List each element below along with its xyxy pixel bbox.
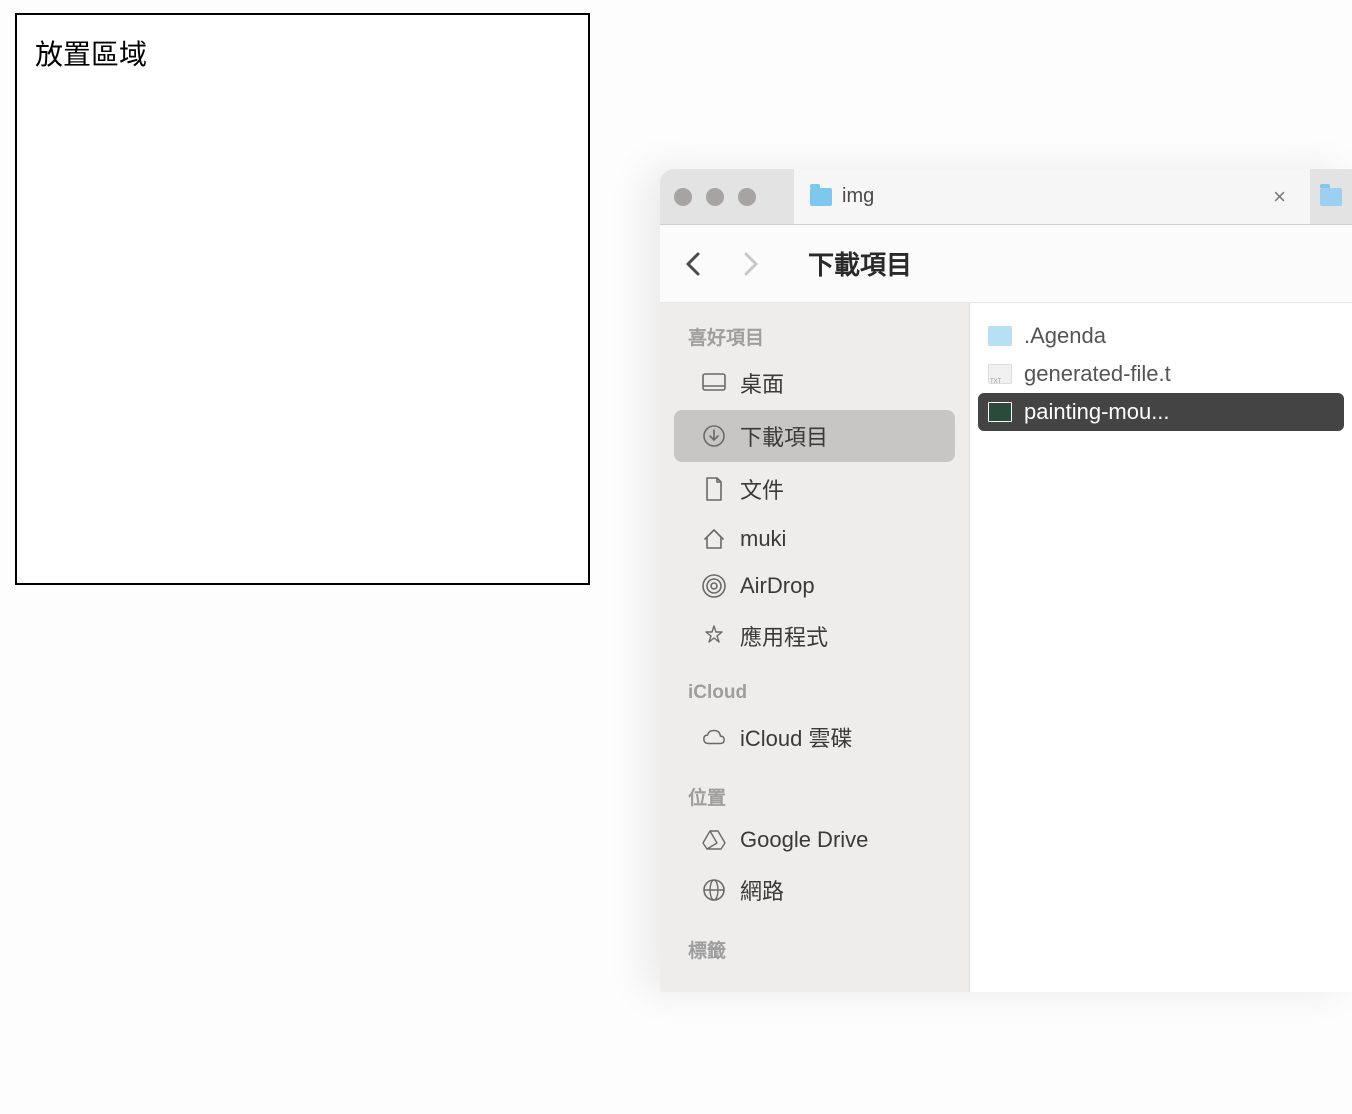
finder-window: img × 下載項目 喜好項目 桌面 [660,169,1352,992]
tab-bar: img × [660,169,1352,225]
sidebar-section-favorites: 喜好項目 [660,317,969,356]
sidebar-item-google-drive[interactable]: Google Drive [674,817,955,863]
tab-label: img [842,185,874,208]
sidebar-section-icloud: iCloud [660,676,969,710]
folder-icon [1320,188,1342,206]
sidebar-label: 桌面 [740,367,784,399]
sidebar-label: 文件 [740,473,784,505]
gdrive-icon [702,828,726,852]
tabs: img × [794,169,1352,224]
image-file-icon [988,402,1012,422]
folder-icon [810,188,832,206]
main-area: 喜好項目 桌面 下載項目 文件 [660,303,1352,992]
file-name: generated-file.t [1024,361,1171,387]
sidebar-label: iCloud 雲碟 [740,721,852,753]
back-button[interactable] [684,250,714,278]
file-item-agenda[interactable]: .Agenda [970,317,1352,355]
toolbar-title: 下載項目 [808,245,912,282]
sidebar-item-home[interactable]: muki [674,516,955,562]
sidebar-section-locations: 位置 [660,777,969,816]
close-tab-icon[interactable]: × [1265,184,1294,210]
desktop-icon [702,371,726,395]
toolbar: 下載項目 [660,225,1352,303]
airdrop-icon [702,574,726,598]
sidebar-label: AirDrop [740,573,815,599]
apps-icon [702,624,726,648]
sidebar-label: muki [740,526,786,552]
file-item-painting[interactable]: painting-mou... [978,393,1344,431]
cloud-icon [702,725,726,749]
close-window-button[interactable] [674,188,692,206]
sidebar-item-downloads[interactable]: 下載項目 [674,410,955,462]
sidebar-item-icloud-drive[interactable]: iCloud 雲碟 [674,711,955,763]
file-list: .Agenda generated-file.t painting-mou... [970,303,1352,992]
sidebar-item-documents[interactable]: 文件 [674,463,955,515]
folder-icon [988,326,1012,346]
sidebar: 喜好項目 桌面 下載項目 文件 [660,303,970,992]
sidebar-item-desktop[interactable]: 桌面 [674,357,955,409]
file-item-generated-file[interactable]: generated-file.t [970,355,1352,393]
drop-zone-title: 放置區域 [35,33,570,73]
home-icon [702,527,726,551]
sidebar-label: 應用程式 [740,620,828,652]
sidebar-item-applications[interactable]: 應用程式 [674,610,955,662]
sidebar-item-airdrop[interactable]: AirDrop [674,563,955,609]
file-name: .Agenda [1024,323,1106,349]
file-name: painting-mou... [1024,399,1170,425]
maximize-window-button[interactable] [738,188,756,206]
sidebar-label: 下載項目 [740,420,828,452]
drop-zone[interactable]: 放置區域 [15,13,590,585]
sidebar-item-network[interactable]: 網路 [674,864,955,916]
forward-button[interactable] [742,250,772,278]
traffic-lights [674,188,756,206]
sidebar-label: Google Drive [740,827,868,853]
minimize-window-button[interactable] [706,188,724,206]
txt-file-icon [988,364,1012,384]
sidebar-section-tags: 標籤 [660,930,969,969]
tab-other[interactable] [1310,169,1352,224]
tab-img[interactable]: img × [794,169,1310,224]
sidebar-label: 網路 [740,874,784,906]
network-icon [702,878,726,902]
document-icon [702,477,726,501]
download-icon [702,424,726,448]
